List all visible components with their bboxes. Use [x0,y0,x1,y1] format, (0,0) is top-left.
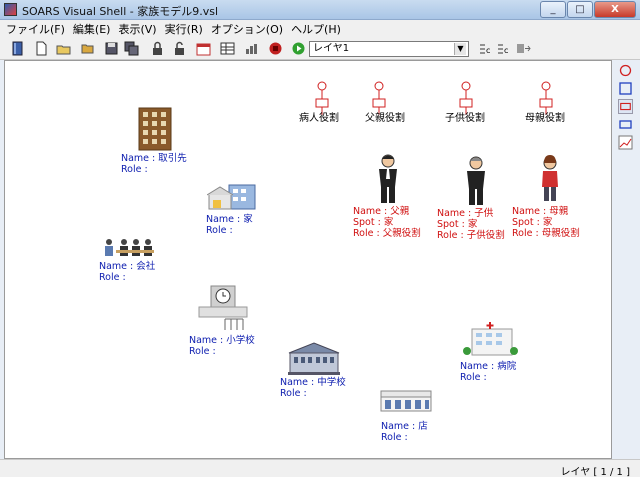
agent-name: Name : 母親 [512,206,569,217]
spot-company[interactable]: Name : 会社 Role : [99,261,155,283]
menu-help[interactable]: ヘルプ(H) [291,21,341,37]
play-icon[interactable] [291,41,306,56]
house-icon[interactable] [207,184,257,210]
spot-role: Role : [280,388,307,399]
window-title: SOARS Visual Shell - 家族モデル9.vsl [22,5,219,18]
middle-school-icon[interactable] [288,341,340,375]
title-bar: SOARS Visual Shell - 家族モデル9.vsl _ □ X [0,0,640,20]
office-building-icon[interactable] [138,107,172,151]
spot-name: Name : 店 [381,421,428,432]
agent-mother[interactable]: Name : 母親 Spot : 家 Role : 母親役割 [512,206,580,239]
save-icon[interactable] [104,41,119,56]
lock-icon[interactable] [150,41,165,56]
status-bar: レイヤ [ 1 / 1 ] [0,459,640,477]
spot-middle-school[interactable]: Name : 中学校 Role : [280,377,346,399]
role-label-father: 父親役割 [365,113,405,124]
hospital-icon[interactable] [462,321,518,357]
table-icon[interactable] [220,41,235,56]
toolbar: レイヤ1 ▼ c c [0,38,640,60]
spot-role: Role : [206,225,233,236]
agent-role: Role : 子供役割 [437,230,505,241]
menu-options[interactable]: オプション(O) [211,21,283,37]
child-agent-icon[interactable] [464,155,488,207]
agent-spot: Spot : 家 [512,217,553,228]
book-icon[interactable] [10,41,25,56]
spot-role: Role : [99,272,126,283]
spot-home[interactable]: Name : 家 Role : [206,214,253,236]
side-toolbar [613,60,640,160]
spot-role: Role : [121,164,148,175]
role-label-sick: 病人役割 [299,113,339,124]
agent-father[interactable]: Name : 父親 Spot : 家 Role : 父親役割 [353,206,421,239]
agent-name: Name : 子供 [437,208,494,219]
model-canvas[interactable]: 病人役割 父親役割 子供役割 母親役割 Name : 取引先 Role : Na… [4,60,612,459]
graph-tool-icon[interactable] [618,135,633,150]
mother-agent-icon[interactable] [539,155,561,203]
menu-edit[interactable]: 編集(E) [73,21,111,37]
agent-role: Role : 父親役割 [353,228,421,239]
shop-icon[interactable] [380,390,432,412]
save-all-icon[interactable] [124,41,139,56]
spot-shop[interactable]: Name : 店 Role : [381,421,428,443]
agent-name: Name : 父親 [353,206,410,217]
spot-role: Role : [189,346,216,357]
layer-select[interactable]: レイヤ1 ▼ [309,41,469,57]
menu-bar: ファイル(F) 編集(E) 表示(V) 実行(R) オプション(O) ヘルプ(H… [0,20,640,38]
spot-name: Name : 小学校 [189,335,255,346]
chevron-down-icon[interactable]: ▼ [454,43,466,55]
menu-file[interactable]: ファイル(F) [6,21,65,37]
unlock-icon[interactable] [172,41,187,56]
role-label-mother: 母親役割 [525,113,565,124]
father-agent-icon[interactable] [376,153,400,205]
app-icon[interactable] [4,3,17,16]
layer-status: レイヤ [ 1 / 1 ] [560,467,631,477]
spot-hospital[interactable]: Name : 病院 Role : [460,361,516,383]
agent-child[interactable]: Name : 子供 Spot : 家 Role : 子供役割 [437,208,505,241]
layer-down-icon[interactable]: c [496,41,511,56]
agent-role: Role : 母親役割 [512,228,580,239]
menu-view[interactable]: 表示(V) [118,21,156,37]
agent-spot: Spot : 家 [353,217,394,228]
layer-select-value: レイヤ1 [313,43,350,54]
office-workers-icon[interactable] [102,237,154,259]
open-folder-icon[interactable] [56,41,71,56]
minimize-button[interactable]: _ [540,1,566,18]
agent-spot: Spot : 家 [437,219,478,230]
spot-client[interactable]: Name : 取引先 Role : [121,153,187,175]
square-tool-icon[interactable] [618,81,633,96]
rect-tool-icon[interactable] [618,99,633,114]
calendar-icon[interactable] [196,41,211,56]
svg-text:c: c [504,46,508,55]
spot-name: Name : 家 [206,214,253,225]
layer-up-icon[interactable]: c [478,41,493,56]
spot-name: Name : 中学校 [280,377,346,388]
spot-name: Name : 病院 [460,361,517,372]
stop-icon[interactable] [268,41,283,56]
spot-role: Role : [460,372,487,383]
chart-icon[interactable] [244,41,259,56]
spot-name: Name : 会社 [99,261,156,272]
role-label-child: 子供役割 [445,113,485,124]
new-file-icon[interactable] [34,41,49,56]
close-button[interactable]: X [594,1,636,18]
folder-icon[interactable] [80,41,95,56]
layer-move-icon[interactable] [516,41,531,56]
maximize-button[interactable]: □ [567,1,593,18]
spot-elementary-school[interactable]: Name : 小学校 Role : [189,335,255,357]
svg-text:c: c [486,46,490,55]
circle-tool-icon[interactable] [618,63,633,78]
spot-name: Name : 取引先 [121,153,187,164]
elementary-school-icon[interactable] [197,285,249,331]
menu-run[interactable]: 実行(R) [165,21,203,37]
bar-tool-icon[interactable] [618,117,633,132]
spot-role: Role : [381,432,408,443]
